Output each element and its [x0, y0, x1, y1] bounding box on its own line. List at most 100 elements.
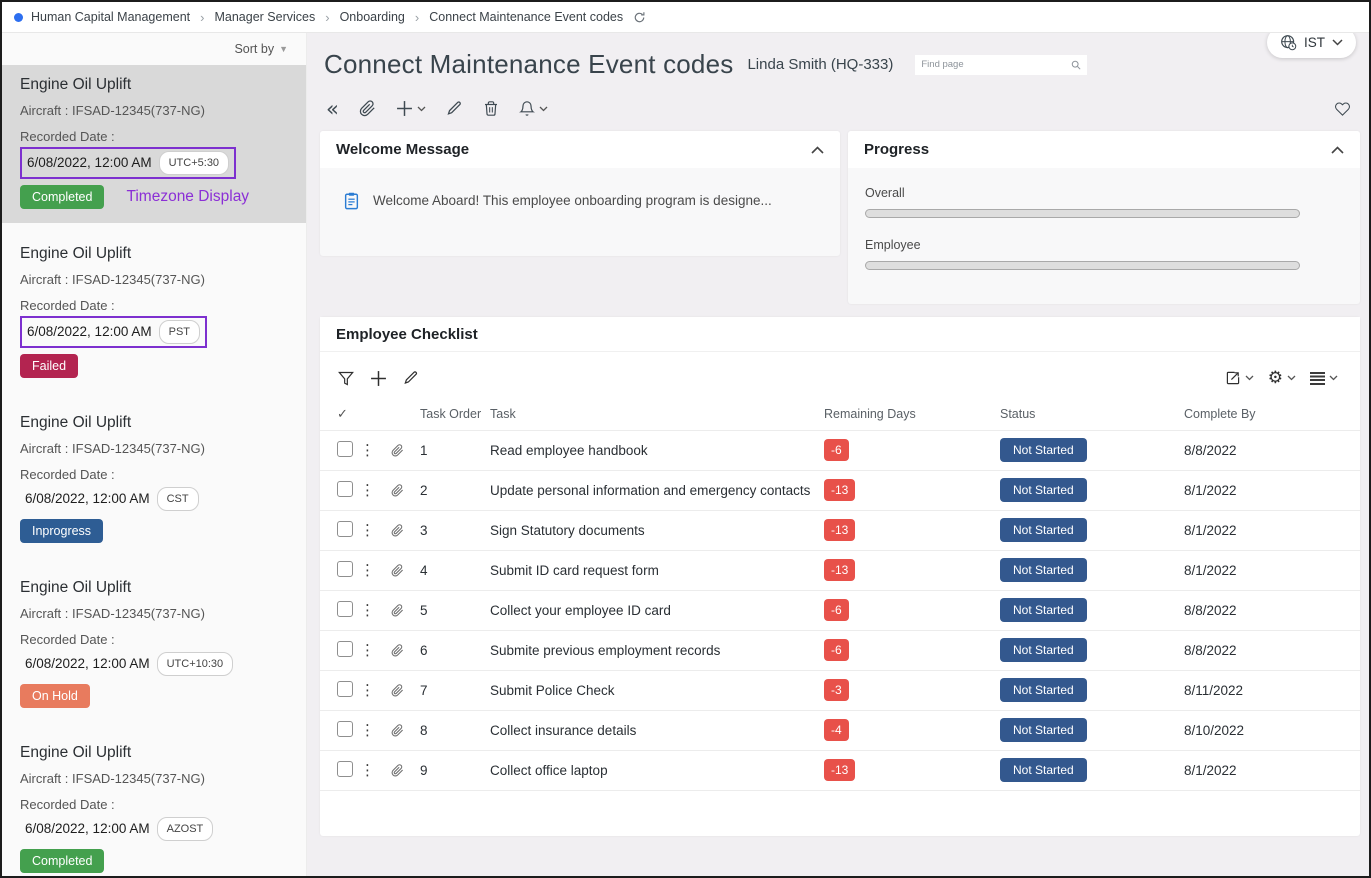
remaining-days-badge: -13: [824, 759, 855, 781]
table-row: ⋮ 9 Collect office laptop -13 Not Starte…: [320, 750, 1360, 790]
col-header-remaining-days[interactable]: Remaining Days: [824, 398, 1000, 430]
event-card[interactable]: Engine Oil Uplift Aircraft : IFSAD-12345…: [2, 733, 306, 876]
row-menu-icon[interactable]: ⋮: [360, 441, 375, 459]
row-checkbox[interactable]: [337, 561, 353, 577]
delete-button[interactable]: [483, 100, 499, 117]
col-header-complete-by[interactable]: Complete By: [1184, 398, 1360, 430]
row-menu-icon[interactable]: ⋮: [360, 681, 375, 699]
event-list-sidebar: Sort by ▼ Engine Oil Uplift Aircraft : I…: [2, 33, 307, 876]
progress-overall-bar: [865, 209, 1300, 218]
aircraft-line: Aircraft : IFSAD-12345(737-NG): [20, 101, 288, 121]
clipboard-icon: [344, 192, 359, 210]
col-header-task-order[interactable]: Task Order: [420, 398, 490, 430]
event-card[interactable]: Engine Oil Uplift Aircraft : IFSAD-12345…: [2, 65, 306, 223]
row-menu-icon[interactable]: ⋮: [360, 641, 375, 659]
attachment-icon[interactable]: [391, 644, 420, 657]
row-checkbox[interactable]: [337, 441, 353, 457]
attachment-button[interactable]: [359, 100, 376, 117]
complete-by-date: 8/11/2022: [1184, 683, 1243, 698]
attachment-icon[interactable]: [391, 764, 420, 777]
breadcrumb-item-current[interactable]: Connect Maintenance Event codes: [429, 10, 623, 24]
add-task-button[interactable]: [370, 370, 387, 387]
search-input[interactable]: [921, 59, 1071, 70]
task-order-value: 4: [420, 563, 428, 578]
row-checkbox[interactable]: [337, 721, 353, 737]
task-name[interactable]: Submit ID card request form: [490, 563, 659, 578]
add-button[interactable]: [396, 100, 426, 117]
event-card[interactable]: Engine Oil Uplift Aircraft : IFSAD-12345…: [2, 234, 306, 392]
progress-panel-title: Progress: [864, 141, 929, 158]
view-options-button[interactable]: [1310, 372, 1338, 385]
row-checkbox[interactable]: [337, 641, 353, 657]
export-button[interactable]: [1225, 370, 1254, 386]
remaining-days-badge: -4: [824, 719, 849, 741]
aircraft-line: Aircraft : IFSAD-12345(737-NG): [20, 270, 288, 290]
attachment-icon[interactable]: [391, 484, 420, 497]
task-name[interactable]: Collect office laptop: [490, 763, 608, 778]
chevron-up-icon[interactable]: [811, 146, 824, 154]
recorded-date-value: 6/08/2022, 12:00 AM: [27, 322, 152, 342]
row-checkbox[interactable]: [337, 681, 353, 697]
attachment-icon[interactable]: [391, 604, 420, 617]
event-card[interactable]: Engine Oil Uplift Aircraft : IFSAD-12345…: [2, 568, 306, 722]
table-header-row: ✓ Task Order Task Remaining Days Status …: [320, 398, 1360, 430]
notifications-button[interactable]: [519, 100, 548, 117]
sort-by-caret-icon[interactable]: ▼: [279, 44, 288, 54]
row-menu-icon[interactable]: ⋮: [360, 721, 375, 739]
row-menu-icon[interactable]: ⋮: [360, 521, 375, 539]
breadcrumb-separator: ›: [198, 10, 206, 25]
refresh-icon[interactable]: [633, 11, 646, 24]
task-name[interactable]: Submit Police Check: [490, 683, 615, 698]
task-name[interactable]: Read employee handbook: [490, 443, 648, 458]
select-all-check-icon[interactable]: ✓: [337, 406, 348, 421]
recorded-date-value: 6/08/2022, 12:00 AM: [25, 489, 150, 509]
task-name[interactable]: Update personal information and emergenc…: [490, 483, 810, 498]
aircraft-line: Aircraft : IFSAD-12345(737-NG): [20, 769, 288, 789]
task-name[interactable]: Sign Statutory documents: [490, 523, 645, 538]
breadcrumb-item-hcm[interactable]: Human Capital Management: [31, 10, 190, 24]
favorite-heart-icon[interactable]: [1334, 101, 1351, 117]
row-menu-icon[interactable]: ⋮: [360, 481, 375, 499]
task-name[interactable]: Collect your employee ID card: [490, 603, 671, 618]
row-checkbox[interactable]: [337, 601, 353, 617]
row-menu-icon[interactable]: ⋮: [360, 761, 375, 779]
sort-by-label[interactable]: Sort by: [234, 42, 274, 56]
col-header-status[interactable]: Status: [1000, 398, 1184, 430]
recorded-date-line: Recorded Date : 6/08/2022, 12:00 AM AZOS…: [20, 795, 288, 843]
row-menu-icon[interactable]: ⋮: [360, 561, 375, 579]
welcome-message-text[interactable]: Welcome Aboard! This employee onboarding…: [373, 192, 772, 208]
remaining-days-badge: -13: [824, 559, 855, 581]
chevron-down-icon: [1245, 375, 1254, 381]
task-name[interactable]: Collect insurance details: [490, 723, 636, 738]
status-badge: Completed: [20, 849, 104, 873]
attachment-icon[interactable]: [391, 684, 420, 697]
edit-button[interactable]: [446, 100, 463, 117]
event-card[interactable]: Engine Oil Uplift Aircraft : IFSAD-12345…: [2, 403, 306, 557]
row-checkbox[interactable]: [337, 521, 353, 537]
attachment-icon[interactable]: [391, 444, 420, 457]
attachment-icon[interactable]: [391, 524, 420, 537]
status-badge: Not Started: [1000, 718, 1087, 742]
complete-by-date: 8/10/2022: [1184, 723, 1244, 738]
edit-task-button[interactable]: [403, 370, 419, 386]
row-checkbox[interactable]: [337, 481, 353, 497]
gear-icon: ⚙: [1268, 370, 1283, 387]
task-name[interactable]: Submite previous employment records: [490, 643, 720, 658]
search-icon[interactable]: [1071, 60, 1081, 70]
timezone-badge: UTC+10:30: [157, 652, 234, 676]
attachment-icon[interactable]: [391, 724, 420, 737]
status-badge: On Hold: [20, 684, 90, 708]
filter-button[interactable]: [338, 370, 354, 387]
settings-button[interactable]: ⚙: [1268, 370, 1296, 387]
row-menu-icon[interactable]: ⋮: [360, 601, 375, 619]
collapse-panel-button[interactable]: «: [326, 101, 339, 117]
col-header-task[interactable]: Task: [490, 398, 824, 430]
chevron-up-icon[interactable]: [1331, 146, 1344, 154]
status-badge: Not Started: [1000, 438, 1087, 462]
breadcrumb: Human Capital Management › Manager Servi…: [2, 2, 1369, 33]
timezone-selector[interactable]: IST: [1267, 33, 1356, 58]
row-checkbox[interactable]: [337, 761, 353, 777]
attachment-icon[interactable]: [391, 564, 420, 577]
breadcrumb-item-onboarding[interactable]: Onboarding: [340, 10, 405, 24]
breadcrumb-item-manager-services[interactable]: Manager Services: [214, 10, 315, 24]
